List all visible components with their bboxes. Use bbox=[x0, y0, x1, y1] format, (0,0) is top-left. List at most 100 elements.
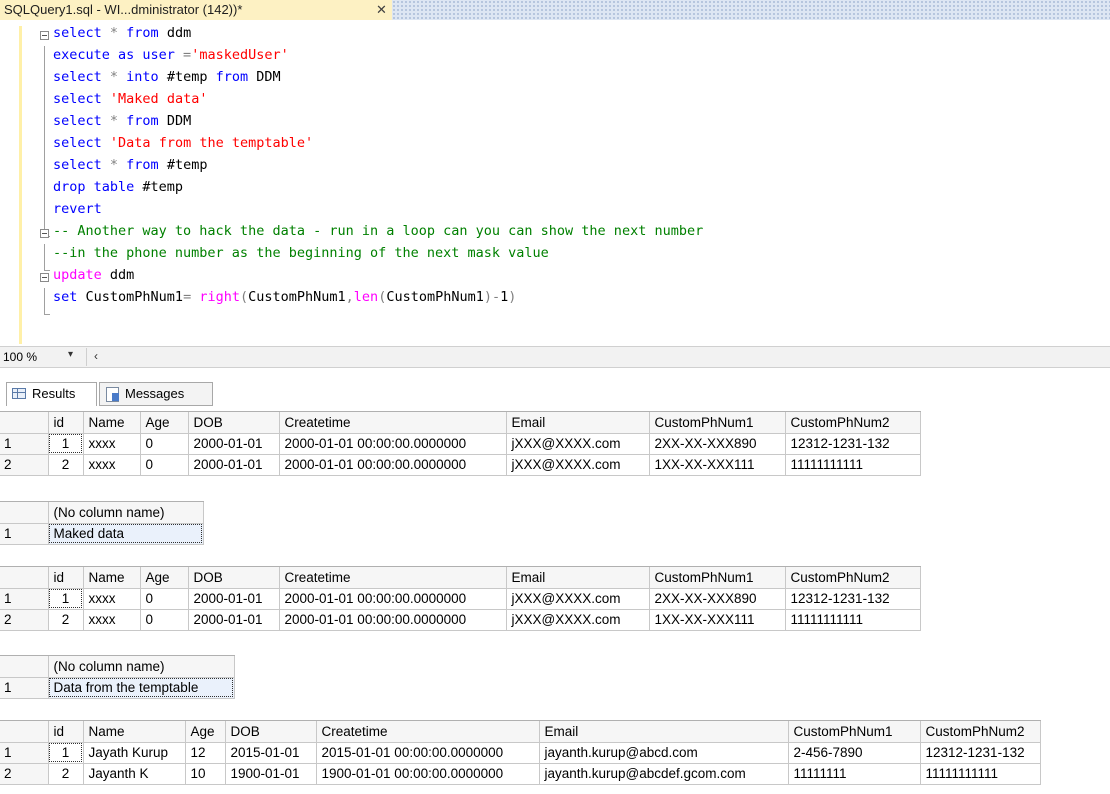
close-tab-icon[interactable]: ✕ bbox=[376, 0, 387, 20]
cell-customphnum2[interactable]: 12312-1231-132 bbox=[920, 742, 1041, 764]
cell-createtime[interactable]: 2000-01-01 00:00:00.0000000 bbox=[279, 433, 507, 455]
corner-cell[interactable] bbox=[0, 721, 49, 743]
row-number[interactable]: 2 bbox=[0, 763, 49, 785]
column-header[interactable]: Createtime bbox=[279, 567, 507, 589]
cell-email[interactable]: jXXX@XXXX.com bbox=[506, 588, 650, 610]
tab-messages[interactable]: Messages bbox=[99, 382, 213, 406]
column-header[interactable]: CustomPhNum2 bbox=[785, 567, 921, 589]
column-header[interactable]: Createtime bbox=[316, 721, 540, 743]
column-header[interactable]: CustomPhNum1 bbox=[788, 721, 921, 743]
cell-dob[interactable]: 2000-01-01 bbox=[188, 433, 280, 455]
cell-email[interactable]: jXXX@XXXX.com bbox=[506, 609, 650, 631]
cell-customphnum1[interactable]: 2XX-XX-XXX890 bbox=[649, 433, 786, 455]
column-header[interactable]: id bbox=[48, 412, 84, 434]
cell-email[interactable]: jayanth.kurup@abcd.com bbox=[539, 742, 789, 764]
column-header[interactable]: (No column name) bbox=[48, 656, 235, 678]
column-header[interactable]: Age bbox=[185, 721, 226, 743]
cell-customphnum2[interactable]: 11111111111 bbox=[920, 763, 1041, 785]
cell-dob[interactable]: 2000-01-01 bbox=[188, 609, 280, 631]
column-header[interactable]: CustomPhNum1 bbox=[649, 567, 786, 589]
cell-age[interactable]: 10 bbox=[185, 763, 226, 785]
collapse-icon[interactable] bbox=[40, 273, 49, 282]
code-line[interactable]: select * from DDM bbox=[0, 110, 1110, 132]
table-row[interactable]: 1 1 Jayath Kurup 12 2015-01-01 2015-01-0… bbox=[0, 742, 1041, 764]
cell-age[interactable]: 12 bbox=[185, 742, 226, 764]
cell-email[interactable]: jXXX@XXXX.com bbox=[506, 454, 650, 476]
cell-value[interactable]: Maked data bbox=[48, 523, 204, 545]
cell-age[interactable]: 0 bbox=[140, 433, 189, 455]
column-header[interactable]: (No column name) bbox=[48, 502, 204, 524]
cell-name[interactable]: Jayath Kurup bbox=[83, 742, 186, 764]
cell-id[interactable]: 2 bbox=[48, 763, 84, 785]
cell-email[interactable]: jXXX@XXXX.com bbox=[506, 433, 650, 455]
cell-customphnum2[interactable]: 11111111111 bbox=[785, 609, 921, 631]
code-line[interactable]: drop table #temp bbox=[0, 176, 1110, 198]
row-number[interactable]: 1 bbox=[0, 677, 49, 699]
column-header[interactable]: DOB bbox=[188, 567, 280, 589]
corner-cell[interactable] bbox=[0, 412, 49, 434]
cell-id[interactable]: 2 bbox=[48, 609, 84, 631]
cell-customphnum2[interactable]: 12312-1231-132 bbox=[785, 433, 921, 455]
cell-age[interactable]: 0 bbox=[140, 454, 189, 476]
result-grid-1[interactable]: id Name Age DOB Createtime Email CustomP… bbox=[0, 411, 921, 476]
table-row[interactable]: 2 2 xxxx 0 2000-01-01 2000-01-01 00:00:0… bbox=[0, 454, 921, 476]
table-row[interactable]: 1 1 xxxx 0 2000-01-01 2000-01-01 00:00:0… bbox=[0, 433, 921, 455]
column-header[interactable]: CustomPhNum2 bbox=[785, 412, 921, 434]
tab-results[interactable]: Results bbox=[6, 382, 97, 406]
cell-customphnum1[interactable]: 1XX-XX-XXX111 bbox=[649, 454, 786, 476]
row-number[interactable]: 1 bbox=[0, 742, 49, 764]
cell-dob[interactable]: 2000-01-01 bbox=[188, 588, 280, 610]
code-line[interactable]: select * from #temp bbox=[0, 154, 1110, 176]
query-editor[interactable]: select * from ddm execute as user ='maske… bbox=[0, 20, 1110, 346]
corner-cell[interactable] bbox=[0, 502, 49, 524]
cell-id[interactable]: 1 bbox=[48, 742, 84, 764]
cell-email[interactable]: jayanth.kurup@abcdef.gcom.com bbox=[539, 763, 789, 785]
collapse-icon[interactable] bbox=[40, 229, 49, 238]
column-header[interactable]: id bbox=[48, 721, 84, 743]
column-header[interactable]: id bbox=[48, 567, 84, 589]
row-number[interactable]: 2 bbox=[0, 609, 49, 631]
cell-dob[interactable]: 1900-01-01 bbox=[225, 763, 317, 785]
column-header[interactable]: CustomPhNum2 bbox=[920, 721, 1041, 743]
collapse-icon[interactable] bbox=[40, 31, 49, 40]
code-line[interactable]: -- Another way to hack the data - run in… bbox=[0, 220, 1110, 242]
zoom-dropdown-icon[interactable]: ▾ bbox=[68, 349, 73, 360]
query-tab[interactable]: SQLQuery1.sql - WI...dministrator (142))… bbox=[0, 0, 392, 20]
row-number[interactable]: 2 bbox=[0, 454, 49, 476]
column-header[interactable]: CustomPhNum1 bbox=[649, 412, 786, 434]
table-row[interactable]: 2 2 xxxx 0 2000-01-01 2000-01-01 00:00:0… bbox=[0, 609, 921, 631]
result-grid-2[interactable]: (No column name) 1 Maked data bbox=[0, 501, 204, 545]
cell-createtime[interactable]: 2000-01-01 00:00:00.0000000 bbox=[279, 454, 507, 476]
column-header[interactable]: DOB bbox=[225, 721, 317, 743]
cell-createtime[interactable]: 2000-01-01 00:00:00.0000000 bbox=[279, 609, 507, 631]
cell-name[interactable]: xxxx bbox=[83, 433, 141, 455]
cell-dob[interactable]: 2015-01-01 bbox=[225, 742, 317, 764]
column-header[interactable]: Name bbox=[83, 412, 141, 434]
result-grid-5[interactable]: id Name Age DOB Createtime Email CustomP… bbox=[0, 720, 1041, 785]
cell-age[interactable]: 0 bbox=[140, 609, 189, 631]
column-header[interactable]: Email bbox=[506, 567, 650, 589]
column-header[interactable]: Name bbox=[83, 567, 141, 589]
column-header[interactable]: Age bbox=[140, 567, 189, 589]
corner-cell[interactable] bbox=[0, 567, 49, 589]
cell-customphnum1[interactable]: 11111111 bbox=[788, 763, 921, 785]
cell-customphnum2[interactable]: 12312-1231-132 bbox=[785, 588, 921, 610]
code-line[interactable]: select * from ddm bbox=[0, 22, 1110, 44]
row-number[interactable]: 1 bbox=[0, 523, 49, 545]
row-number[interactable]: 1 bbox=[0, 588, 49, 610]
cell-dob[interactable]: 2000-01-01 bbox=[188, 454, 280, 476]
cell-customphnum1[interactable]: 2-456-7890 bbox=[788, 742, 921, 764]
cell-name[interactable]: xxxx bbox=[83, 454, 141, 476]
code-line[interactable]: --in the phone number as the beginning o… bbox=[0, 242, 1110, 264]
table-row[interactable]: 1 Data from the temptable bbox=[0, 677, 235, 699]
column-header[interactable]: Age bbox=[140, 412, 189, 434]
cell-customphnum2[interactable]: 11111111111 bbox=[785, 454, 921, 476]
cell-age[interactable]: 0 bbox=[140, 588, 189, 610]
cell-customphnum1[interactable]: 2XX-XX-XXX890 bbox=[649, 588, 786, 610]
cell-customphnum1[interactable]: 1XX-XX-XXX111 bbox=[649, 609, 786, 631]
code-line[interactable]: update ddm bbox=[0, 264, 1110, 286]
code-line[interactable]: revert bbox=[0, 198, 1110, 220]
result-grid-4[interactable]: (No column name) 1 Data from the temptab… bbox=[0, 655, 235, 699]
cell-id[interactable]: 2 bbox=[48, 454, 84, 476]
cell-name[interactable]: xxxx bbox=[83, 609, 141, 631]
